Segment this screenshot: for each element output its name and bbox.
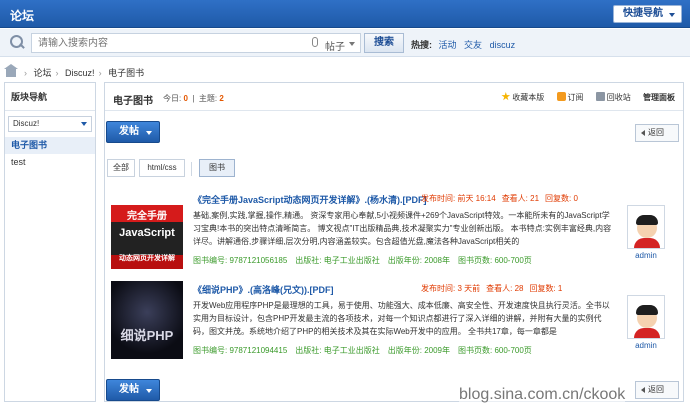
microphone-icon[interactable]	[312, 37, 318, 47]
favorite-forum-button[interactable]: 收藏本版	[501, 92, 544, 102]
forum-title: 电子图书	[113, 96, 153, 107]
today-count: 0	[183, 94, 188, 103]
search-bar: 帖子 搜索 热搜: 活动 交友 discuz	[0, 29, 690, 57]
sidebar-title: 版块导航	[5, 83, 95, 111]
watermark-text: blog.sina.com.cn/ckook	[459, 386, 626, 404]
thread-title[interactable]: 《完全手册JavaScript动态网页开发详解》.(杨水清).[PDF]	[193, 193, 427, 206]
thread-meta: 发布时间: 3 天前 查看人: 28 回复数: 1	[421, 284, 563, 293]
forum-actions: 收藏本版 订阅 回收站 管理面板	[491, 92, 675, 103]
thread-row: 完全手册 JavaScript 动态网页开发详解 《完全手册JavaScript…	[105, 191, 683, 271]
forum-header: 电子图书 今日: 0 | 主题: 2 收藏本版 订阅 回收站 管理面板	[105, 83, 683, 111]
hot-term-link[interactable]: 活动	[439, 40, 457, 50]
book-cover[interactable]: 细说PHP	[111, 281, 183, 359]
new-post-button[interactable]: 发帖	[106, 121, 160, 143]
thread-description: 开发Web应用程序PHP是最理想的工具，易于使用、功能强大、成本低廉、高安全性、…	[193, 301, 610, 336]
book-cover[interactable]: 完全手册 JavaScript 动态网页开发详解	[111, 191, 183, 269]
rss-icon	[556, 92, 566, 101]
forum-stats: 今日: 0 | 主题: 2	[163, 94, 224, 103]
quick-nav-button[interactable]: 快捷导航	[613, 5, 682, 23]
thread-meta: 发布时间: 前天 16:14 查看人: 21 回复数: 0	[421, 194, 578, 203]
subscribe-button[interactable]: 订阅	[556, 92, 584, 102]
admin-panel-link[interactable]: 管理面板	[643, 93, 675, 102]
thread-description: 基础,案例,实践,掌握,操作,精通。 资深专家用心奉献,5小视频课件+269个J…	[193, 211, 612, 246]
thread-title[interactable]: 《细说PHP》.(高洛峰(兄文)).[PDF]	[193, 283, 334, 296]
forum-select[interactable]: Discuz!	[8, 116, 92, 132]
site-title[interactable]: 论坛	[10, 7, 34, 24]
breadcrumb-current: 电子图书	[108, 68, 145, 78]
avatar[interactable]	[627, 295, 665, 339]
recycle-bin-button[interactable]: 回收站	[595, 92, 631, 102]
breadcrumb: › 论坛 › Discuz! › 电子图书	[4, 64, 145, 79]
sidebar: 版块导航 Discuz! 电子图书 test	[4, 82, 96, 402]
back-button-bottom[interactable]: 返回	[635, 381, 679, 399]
thread-row: 细说PHP 《细说PHP》.(高洛峰(兄文)).[PDF] 发布时间: 3 天前…	[105, 281, 683, 361]
hot-label: 热搜:	[411, 40, 432, 50]
tab-all[interactable]: 全部	[107, 159, 135, 177]
hot-term-link[interactable]: 交友	[464, 40, 482, 50]
forum-main: 电子图书 今日: 0 | 主题: 2 收藏本版 订阅 回收站 管理面板 发帖 返…	[104, 82, 684, 402]
breadcrumb-link[interactable]: Discuz!	[65, 68, 95, 78]
back-button[interactable]: 返回	[635, 124, 679, 142]
sidebar-item-ebooks[interactable]: 电子图书	[5, 137, 95, 154]
hot-searches: 热搜: 活动 交友 discuz	[411, 38, 520, 51]
search-scope-dropdown[interactable]: 帖子	[325, 38, 355, 53]
search-icon	[10, 35, 24, 49]
book-info: 图书编号: 9787121094415 出版社: 电子工业出版社 出版年份: 200…	[193, 346, 532, 355]
author-link[interactable]: admin	[627, 251, 665, 260]
book-info: 图书编号: 9787121056185 出版社: 电子工业出版社 出版年份: 200…	[193, 256, 532, 265]
topic-count: 2	[219, 94, 224, 103]
home-icon[interactable]	[4, 64, 18, 77]
star-icon	[501, 92, 511, 101]
sidebar-item-test[interactable]: test	[5, 154, 95, 171]
trash-icon	[595, 92, 605, 101]
hot-term-link[interactable]: discuz	[490, 40, 516, 50]
tab-html-css[interactable]: html/css	[139, 159, 185, 177]
breadcrumb-link[interactable]: 论坛	[34, 68, 52, 78]
new-post-button-bottom[interactable]: 发帖	[106, 379, 160, 401]
top-bar: 论坛 快捷导航	[0, 0, 690, 28]
search-button[interactable]: 搜索	[364, 33, 404, 53]
tab-books[interactable]: 图书	[199, 159, 235, 177]
author-link[interactable]: admin	[627, 341, 665, 350]
avatar[interactable]	[627, 205, 665, 249]
